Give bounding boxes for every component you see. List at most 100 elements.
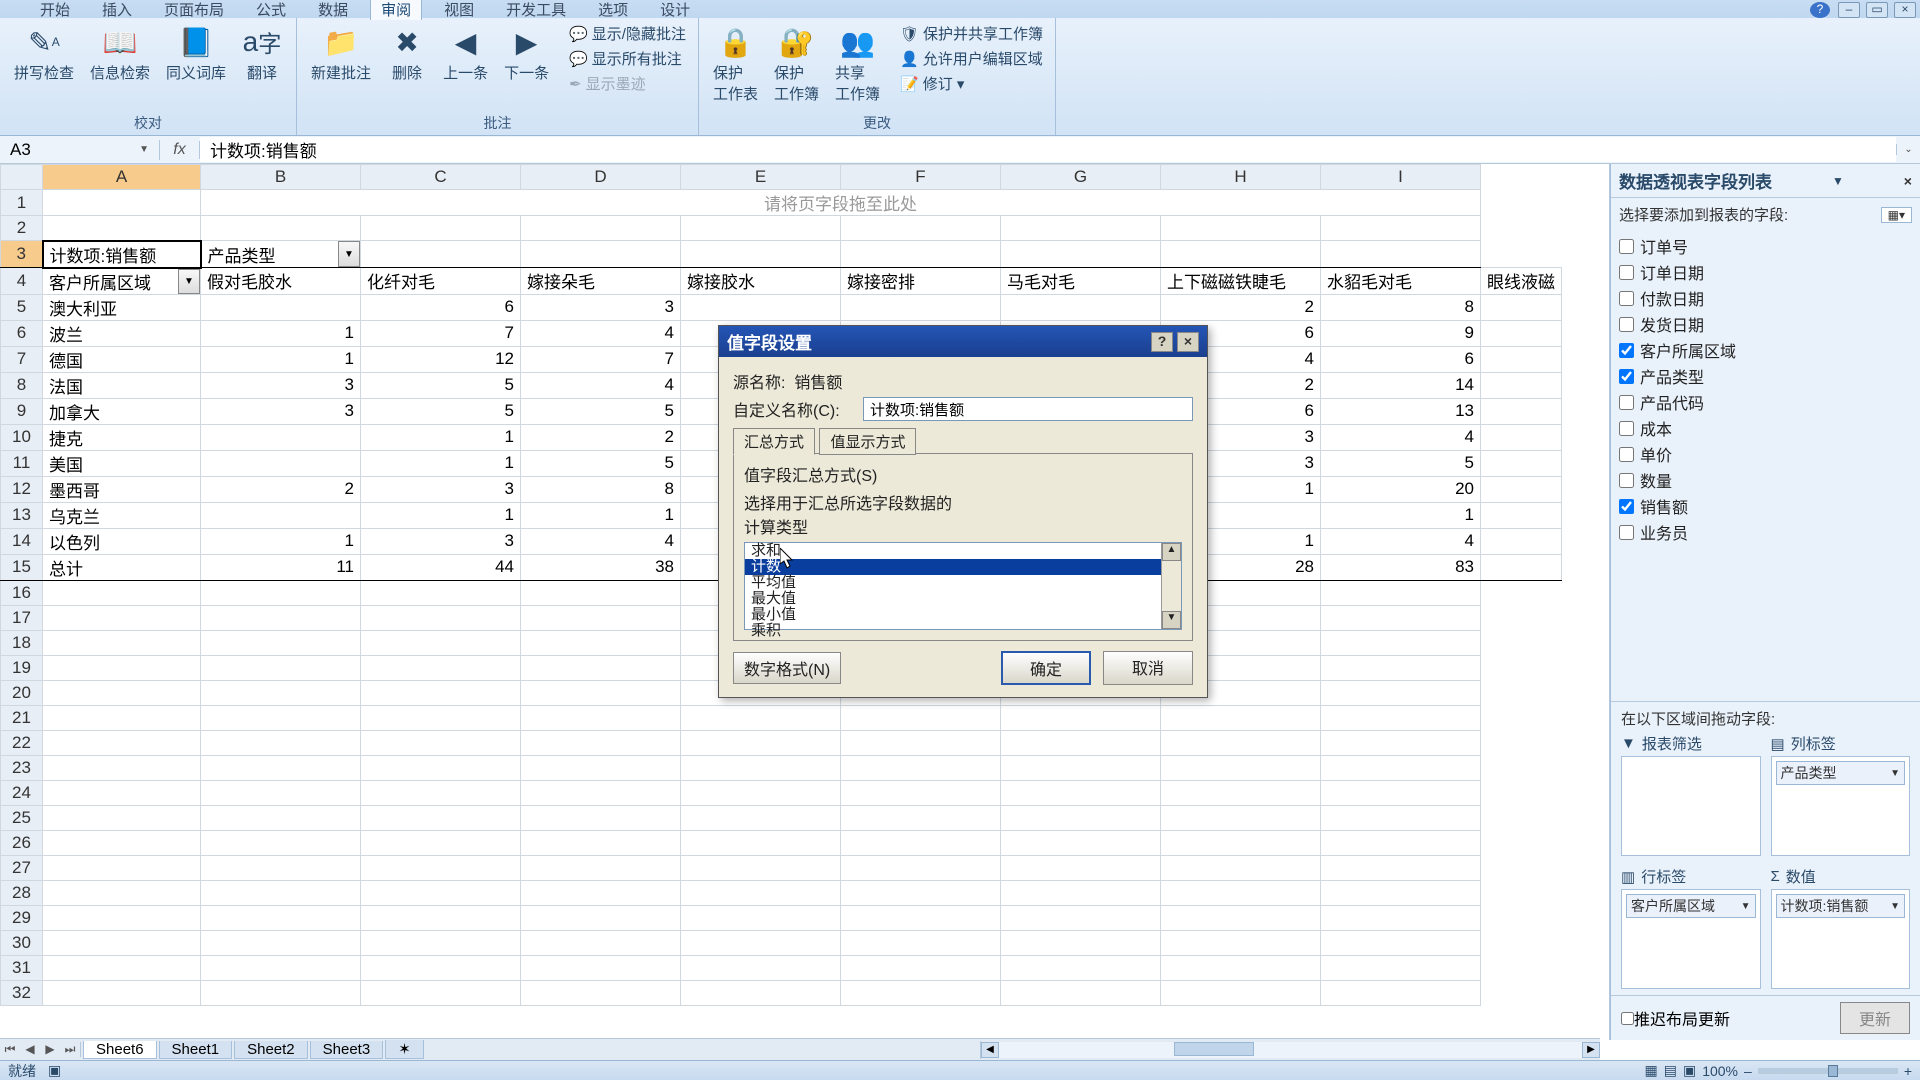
row-header-5[interactable]: 5 [1, 294, 43, 320]
cell-7-label[interactable]: 德国 [43, 346, 201, 372]
cell-5-1[interactable]: 6 [361, 294, 521, 320]
record-macro-icon[interactable]: ▣ [48, 1062, 61, 1079]
field-checkbox-9[interactable] [1619, 473, 1634, 488]
calc-option-4[interactable]: 最小值 [745, 607, 1181, 623]
cell-9-2[interactable]: 5 [521, 398, 681, 424]
field-1[interactable]: 订单日期 [1619, 259, 1912, 285]
update-button[interactable]: 更新 [1840, 1002, 1910, 1034]
cell-row4-9[interactable]: 眼线液磁 [1481, 268, 1562, 295]
cell-row4-8[interactable]: 水貂毛对毛 [1321, 268, 1481, 295]
cell-12-8[interactable] [1481, 476, 1562, 502]
row-header-11[interactable]: 11 [1, 450, 43, 476]
cell-6-7[interactable]: 9 [1321, 320, 1481, 346]
tab-new-sheet[interactable]: ✶ [385, 1040, 424, 1059]
scroll-up-icon[interactable]: ▲ [1162, 543, 1181, 561]
cell-11-2[interactable]: 5 [521, 450, 681, 476]
tab-summarize-by[interactable]: 汇总方式 [733, 428, 815, 455]
field-checkbox-4[interactable] [1619, 343, 1634, 358]
cell-row4-7[interactable]: 上下磁磁铁睫毛 [1161, 268, 1321, 295]
dialog-close-button[interactable]: × [1177, 332, 1199, 352]
cell-7-0[interactable]: 1 [201, 346, 361, 372]
cell-13-label[interactable]: 乌克兰 [43, 502, 201, 528]
cell-12-2[interactable]: 8 [521, 476, 681, 502]
track-changes[interactable]: 📝修订 ▾ [898, 72, 1045, 95]
cell-8-2[interactable]: 4 [521, 372, 681, 398]
menu-review[interactable]: 审阅 [370, 0, 422, 20]
field-checkbox-11[interactable] [1619, 525, 1634, 540]
field-checkbox-5[interactable] [1619, 369, 1634, 384]
list-scrollbar[interactable]: ▲ ▼ [1161, 543, 1181, 629]
field-7[interactable]: 成本 [1619, 415, 1912, 441]
zoom-in-button[interactable]: + [1904, 1063, 1912, 1079]
menu-view[interactable]: 视图 [434, 0, 484, 20]
zoom-out-button[interactable]: – [1744, 1063, 1752, 1079]
cell-total-1[interactable]: 44 [361, 554, 521, 580]
area-values[interactable]: Σ数值 计数项:销售额▼ [1771, 866, 1911, 989]
col-header-B[interactable]: B [201, 165, 361, 190]
row-header-14[interactable]: 14 [1, 528, 43, 554]
cell-total-2[interactable]: 38 [521, 554, 681, 580]
cell-5-0[interactable] [201, 294, 361, 320]
expand-formula-bar[interactable]: ⌄ [1896, 144, 1920, 155]
row-header-3[interactable]: 3 [1, 241, 43, 268]
protect-workbook-button[interactable]: 🔐保护 工作簿 [770, 22, 823, 106]
formula-input[interactable]: 计数项:销售额 [200, 137, 1896, 162]
row-header-25[interactable]: 25 [1, 805, 43, 830]
delete-comment-button[interactable]: ✖删除 [383, 22, 431, 85]
row-header-7[interactable]: 7 [1, 346, 43, 372]
field-checkbox-3[interactable] [1619, 317, 1634, 332]
row-header-27[interactable]: 27 [1, 855, 43, 880]
cell-13-2[interactable]: 1 [521, 502, 681, 528]
cell-14-2[interactable]: 4 [521, 528, 681, 554]
col-header-G[interactable]: G [1001, 165, 1161, 190]
area-row-labels[interactable]: ▥行标签 客户所属区域▼ [1621, 866, 1761, 989]
menu-developer[interactable]: 开发工具 [496, 0, 576, 20]
restore-button[interactable]: ▭ [1866, 2, 1888, 18]
view-normal-icon[interactable]: ▦ [1645, 1062, 1658, 1079]
cell-6-0[interactable]: 1 [201, 320, 361, 346]
row-header-21[interactable]: 21 [1, 705, 43, 730]
row-header-12[interactable]: 12 [1, 476, 43, 502]
page-field-drop[interactable]: 请将页字段拖至此处 [201, 190, 1481, 216]
row-header-6[interactable]: 6 [1, 320, 43, 346]
cell-10-0[interactable] [201, 424, 361, 450]
zoom-value[interactable]: 100% [1702, 1063, 1738, 1079]
cell-row4-6[interactable]: 马毛对毛 [1001, 268, 1161, 295]
cell-9-0[interactable]: 3 [201, 398, 361, 424]
cell-7-1[interactable]: 12 [361, 346, 521, 372]
row-header-24[interactable]: 24 [1, 780, 43, 805]
cell-5-2[interactable]: 3 [521, 294, 681, 320]
custom-name-input[interactable] [863, 397, 1193, 421]
tab-sheet2[interactable]: Sheet2 [234, 1041, 308, 1059]
cell-10-8[interactable] [1481, 424, 1562, 450]
calc-option-3[interactable]: 最大值 [745, 591, 1181, 607]
cell-8-1[interactable]: 5 [361, 372, 521, 398]
field-checkbox-2[interactable] [1619, 291, 1634, 306]
horizontal-scrollbar[interactable]: ◀▶ [980, 1041, 1600, 1059]
cell-8-7[interactable]: 14 [1321, 372, 1481, 398]
cell-5-label[interactable]: 澳大利亚 [43, 294, 201, 320]
cell-5-5[interactable] [1001, 294, 1161, 320]
row-header-10[interactable]: 10 [1, 424, 43, 450]
col-header-I[interactable]: I [1321, 165, 1481, 190]
col-header-H[interactable]: H [1161, 165, 1321, 190]
cell-10-7[interactable]: 4 [1321, 424, 1481, 450]
menu-design[interactable]: 设计 [650, 0, 700, 20]
cell-7-7[interactable]: 6 [1321, 346, 1481, 372]
field-checkbox-1[interactable] [1619, 265, 1634, 280]
research-button[interactable]: 📖信息检索 [86, 22, 154, 85]
cell-10-2[interactable]: 2 [521, 424, 681, 450]
defer-layout-checkbox[interactable]: 推迟布局更新 [1621, 1006, 1730, 1030]
show-all-comments[interactable]: 💬显示所有批注 [567, 47, 688, 70]
cell-5-3[interactable] [681, 294, 841, 320]
row-header-22[interactable]: 22 [1, 730, 43, 755]
dialog-titlebar[interactable]: 值字段设置 ? × [719, 326, 1207, 357]
cell-6-1[interactable]: 7 [361, 320, 521, 346]
menu-formulas[interactable]: 公式 [246, 0, 296, 20]
cell-12-1[interactable]: 3 [361, 476, 521, 502]
layout-toggle[interactable]: ▦▾ [1881, 207, 1912, 223]
cell-12-label[interactable]: 墨西哥 [43, 476, 201, 502]
allow-users-edit[interactable]: 👤允许用户编辑区域 [898, 47, 1045, 70]
cell-14-label[interactable]: 以色列 [43, 528, 201, 554]
field-8[interactable]: 单价 [1619, 441, 1912, 467]
